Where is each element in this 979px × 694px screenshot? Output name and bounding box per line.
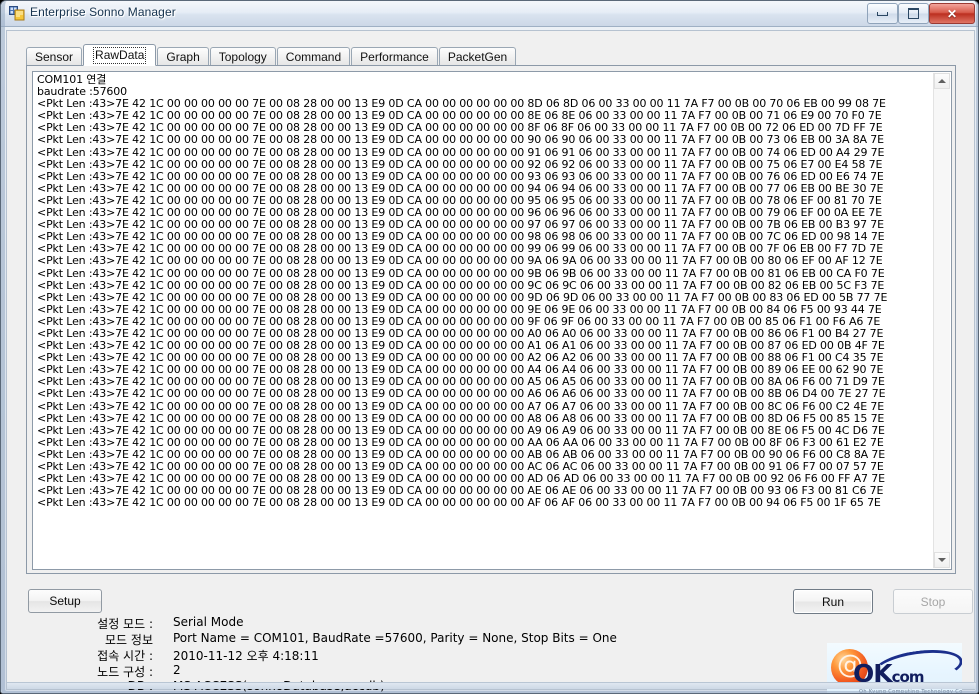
rawdata-packet-line: <Pkt Len :43>7E 42 1C 00 00 00 00 00 7E … — [37, 290, 888, 304]
application-window-icon — [9, 6, 25, 21]
run-button[interactable]: Run — [793, 589, 873, 614]
rawdata-packet-line: <Pkt Len :43>7E 42 1C 00 00 00 00 00 7E … — [37, 157, 883, 171]
stop-button-label: Stop — [920, 594, 946, 609]
rawdata-vertical-scrollbar[interactable] — [933, 73, 950, 568]
info-label: 설정 모드 : — [97, 617, 153, 631]
setup-button-label: Setup — [49, 594, 81, 608]
tab-label: PacketGen — [447, 50, 508, 64]
info-label: 모드 정보 — [105, 633, 153, 647]
logo-tagline: Oh Kyung Computing Technology Co.,LTD — [859, 689, 962, 694]
tab-label: Topology — [218, 50, 267, 64]
info-row: 접속 시간 : 2010-11-12 오후 4:18:11 — [28, 647, 668, 663]
info-value: 2 — [173, 663, 181, 677]
tab-label: Performance — [360, 50, 429, 64]
rawdata-packet-line: <Pkt Len :43>7E 42 1C 00 00 00 00 00 7E … — [37, 133, 884, 147]
info-label: 접속 시간 : — [97, 649, 153, 663]
rawdata-packet-line: <Pkt Len :43>7E 42 1C 00 00 00 00 00 7E … — [37, 278, 885, 292]
minimize-icon — [868, 4, 897, 23]
tab-packetgen[interactable]: PacketGen — [438, 47, 517, 66]
tab-label: RawData — [93, 47, 147, 64]
bottom-panel: Setup 설정 모드 : Serial Mode 모드 정보 Port Name =… — [26, 579, 973, 693]
tab-strip: Sensor RawData Graph Topology Command Perform… — [26, 44, 956, 66]
tab-label: Command — [285, 50, 342, 64]
info-row: 설정 모드 : Serial Mode — [28, 615, 668, 631]
application-window: Enterprise Sonno Manager ✕ Sensor RawData… — [0, 0, 979, 694]
tab-command[interactable]: Command — [276, 47, 351, 66]
rawdata-packet-line: <Pkt Len :43>7E 42 1C 00 00 00 00 00 7E … — [37, 411, 885, 425]
info-label: 노드 구성 : — [97, 665, 153, 679]
close-icon: ✕ — [946, 6, 958, 21]
window-title: Enterprise Sonno Manager — [30, 5, 176, 19]
setup-button[interactable]: Setup — [28, 589, 102, 613]
info-row: 모드 정보 Port Name = COM101, BaudRate =57600… — [28, 631, 668, 647]
maximize-icon — [899, 4, 928, 23]
info-value: Port Name = COM101, BaudRate =57600, Par… — [173, 631, 617, 645]
scroll-up-arrow-icon[interactable] — [934, 73, 950, 89]
tab-label: Sensor — [35, 50, 74, 64]
tab-rawdata[interactable]: RawData — [83, 44, 157, 66]
rawdata-packet-line: <Pkt Len :43>7E 42 1C 00 00 00 00 00 7E … — [37, 145, 885, 159]
rawdata-packet-line: <Pkt Len :43>7E 42 1C 00 00 00 00 00 7E … — [37, 254, 883, 268]
maximize-button[interactable] — [898, 3, 929, 24]
run-button-label: Run — [821, 594, 844, 609]
client-area: Sensor RawData Graph Topology Command Perform… — [6, 30, 976, 693]
close-button[interactable]: ✕ — [929, 3, 975, 24]
tab-performance[interactable]: Performance — [351, 47, 438, 66]
title-bar[interactable]: Enterprise Sonno Manager ✕ — [1, 1, 978, 27]
tab-label: Graph — [166, 50, 200, 64]
info-row: 노드 구성 : 2 — [28, 663, 668, 679]
status-strip — [7, 682, 976, 689]
info-value: Serial Mode — [173, 615, 244, 629]
tab-page-rawdata: COM101 연결 baudrate :57600 <Pkt Len :43>7E … — [26, 65, 956, 574]
tab-list: Sensor RawData Graph Topology Command Perform… — [26, 44, 517, 66]
rawdata-textbox[interactable]: COM101 연결 baudrate :57600 <Pkt Len :43>7E … — [32, 71, 952, 570]
info-value: 2010-11-12 오후 4:18:11 — [173, 649, 319, 663]
rawdata-packet-line: <Pkt Len :43>7E 42 1C 00 00 00 00 00 7E … — [37, 399, 885, 413]
scroll-down-arrow-icon[interactable] — [934, 552, 950, 568]
tab-topology[interactable]: Topology — [209, 47, 276, 66]
stop-button: Stop — [893, 589, 973, 614]
tab-graph[interactable]: Graph — [157, 47, 209, 66]
tab-sensor[interactable]: Sensor — [26, 47, 83, 66]
minimize-button[interactable] — [867, 3, 898, 24]
rawdata-packet-line: <Pkt Len :43>7E 42 1C 00 00 00 00 00 7E … — [37, 387, 886, 401]
rawdata-log-lines: COM101 연결 baudrate :57600 <Pkt Len :43>7E … — [37, 73, 888, 510]
rawdata-header-line: COM101 연결 — [37, 73, 107, 86]
rawdata-packet-line: <Pkt Len :43>7E 42 1C 00 00 00 00 00 7E … — [37, 266, 885, 280]
rawdata-packet-line: <Pkt Len :43>7E 42 1C 00 00 00 00 00 7E … — [37, 496, 881, 510]
rawdata-viewport: COM101 연결 baudrate :57600 <Pkt Len :43>7E … — [34, 73, 934, 568]
rawdata-packet-line: <Pkt Len :43>7E 42 1C 00 00 00 00 00 7E … — [37, 423, 885, 437]
